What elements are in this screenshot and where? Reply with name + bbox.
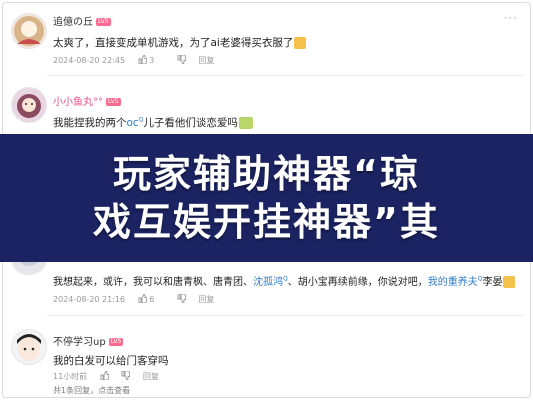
level-badge: LV5 [106, 98, 121, 106]
timestamp: 2024-08-20 21:16 [53, 295, 126, 304]
like-count: 3 [149, 56, 155, 65]
comment-text-part: 我想起来，或许，我可以和唐青枫、唐青团、 [53, 277, 253, 288]
mention-link[interactable]: 我的重养夫 [428, 277, 478, 288]
view-replies-link[interactable]: 共1条回复，点击查看 [53, 385, 130, 396]
avatar-image [12, 330, 46, 364]
emoji-icon [238, 117, 253, 129]
avatar[interactable] [11, 329, 47, 365]
level-badge: LV5 [108, 338, 124, 346]
dislike-icon [121, 370, 131, 381]
dislike-icon [177, 54, 187, 65]
comment-meta: 2024-08-20 22:45 3 回复 [53, 54, 224, 66]
username-text[interactable]: 追億の丘 [53, 17, 93, 28]
avatar[interactable] [11, 13, 47, 49]
comment-3: 我想起来，或许，我可以和唐青枫、唐青团、沈孤鸿Q、胡小宝再续前缘，你说对吧，我的… [9, 251, 524, 313]
timestamp: 2024-08-20 22:45 [53, 56, 126, 65]
banner-title-line-1: 玩家辅助神器“琼 [113, 152, 420, 196]
like-icon [100, 370, 110, 381]
divider [47, 75, 524, 76]
emoji-icon [503, 276, 516, 288]
reply-button[interactable]: 回复 [198, 56, 214, 65]
reply-button[interactable]: 回复 [143, 372, 159, 381]
like-button[interactable]: 6 [138, 293, 165, 304]
comment-4: 不停学习up LV5 我的白发可以给门客穿吗 11小时前 回复 共1条回复，点击查… [9, 321, 524, 397]
comment-text-part: 李晏 [482, 277, 503, 288]
like-icon [138, 54, 148, 65]
comment-text-part: 我能捏我的两个 [53, 117, 127, 129]
username[interactable]: 追億の丘 LV5 [53, 13, 111, 28]
comment-text: 我想起来，或许，我可以和唐青枫、唐青团、沈孤鸿Q、胡小宝再续前缘，你说对吧，我的… [53, 273, 516, 288]
timestamp: 11小时前 [53, 372, 88, 381]
username[interactable]: 小小鱼丸°° LV5 [53, 93, 121, 108]
avatar[interactable] [11, 87, 47, 123]
comment-meta: 2024-08-20 21:16 6 回复 [53, 293, 224, 305]
username[interactable]: 不停学习up LV5 [53, 333, 124, 348]
comment-body: 太爽了，直接变成单机游戏，为了ai老婆得买衣服了 [53, 37, 294, 49]
comment-meta: 11小时前 回复 [53, 370, 169, 382]
divider [47, 315, 524, 316]
dislike-icon [177, 293, 187, 304]
comment-body: 我的白发可以给门客穿吗 [53, 355, 169, 367]
comment-text: 我的白发可以给门客穿吗 [53, 353, 169, 368]
dislike-button[interactable] [177, 293, 187, 304]
reply-button[interactable]: 回复 [198, 295, 214, 304]
username-text[interactable]: 小小鱼丸°° [53, 97, 103, 108]
like-button[interactable]: 3 [138, 54, 165, 65]
like-icon [138, 293, 148, 304]
mention-link[interactable]: 沈孤鸿 [253, 277, 283, 288]
avatar-image [12, 14, 46, 48]
topic-link[interactable]: oc [127, 117, 139, 129]
like-count: 6 [149, 295, 155, 304]
avatar-image [12, 88, 46, 122]
title-banner: 玩家辅助神器“琼 戏互娱开挂神器”其 [0, 134, 533, 262]
dislike-button[interactable] [121, 370, 131, 381]
comment-2: 小小鱼丸°° LV5 我能捏我的两个ocQ儿子看他们谈恋爱吗 [9, 83, 524, 137]
like-button[interactable] [100, 370, 110, 381]
dislike-button[interactable] [177, 54, 187, 65]
comment-text-part: 、胡小宝再续前缘，你说对吧， [287, 277, 428, 288]
comment-1: 追億の丘 LV5 太爽了，直接变成单机游戏，为了ai老婆得买衣服了 2024-08… [9, 9, 524, 69]
emoji-icon [294, 37, 307, 49]
banner-title-line-2: 戏互娱开挂神器”其 [93, 200, 440, 244]
comment-text: 太爽了，直接变成单机游戏，为了ai老婆得买衣服了 [53, 35, 307, 50]
comment-text-part: 儿子看他们谈恋爱吗 [143, 117, 238, 129]
username-text[interactable]: 不停学习up [53, 337, 106, 348]
comment-text: 我能捏我的两个ocQ儿子看他们谈恋爱吗 [53, 115, 253, 130]
level-badge: LV5 [96, 18, 111, 26]
